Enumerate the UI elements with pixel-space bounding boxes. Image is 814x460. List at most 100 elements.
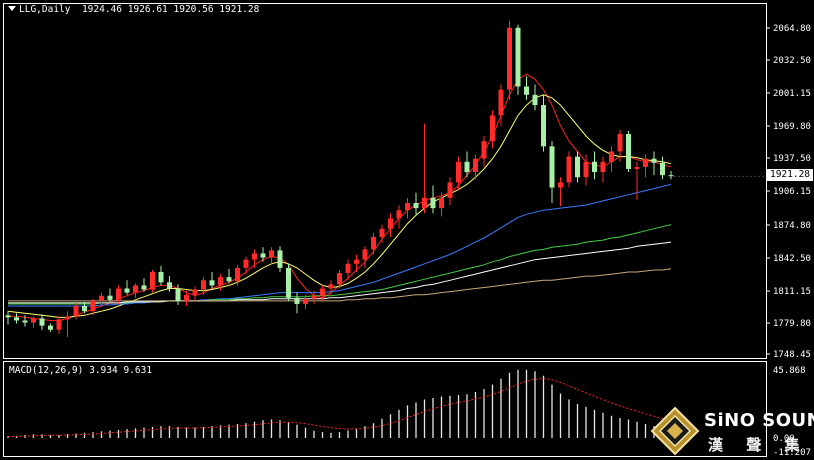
- candle-body: [328, 284, 334, 289]
- candle-body: [558, 182, 563, 188]
- candle-body: [464, 161, 470, 173]
- candle-body: [456, 161, 461, 183]
- macd-main-value: 3.934: [89, 365, 118, 376]
- chart-canvas[interactable]: 2064.80 2032.50 2001.15 1969.80 1937.50 1906.…: [0, 0, 814, 460]
- logo-chinese-text: 漢 聲 集 團: [708, 436, 814, 454]
- candle-body: [133, 285, 138, 293]
- candle-body: [175, 288, 181, 301]
- candle-body: [362, 249, 368, 260]
- candle-body: [226, 277, 232, 282]
- candle-body: [294, 297, 300, 304]
- candle-body: [405, 202, 410, 211]
- candle-body: [626, 133, 631, 169]
- ma-line: [8, 224, 672, 305]
- candle-body: [388, 218, 393, 229]
- candle-body: [532, 94, 538, 106]
- price-pane-frame: [3, 3, 767, 359]
- candle-body: [609, 151, 614, 162]
- candle-body: [549, 146, 555, 188]
- price-axis-label: 2064.80: [773, 24, 811, 34]
- candle-body: [413, 202, 419, 209]
- price-axis: 2064.80 2032.50 2001.15 1969.80 1937.50 1906.…: [766, 24, 811, 360]
- candle-body: [541, 105, 546, 147]
- candle-body: [286, 267, 291, 298]
- candle-body: [201, 280, 206, 290]
- candle-body: [31, 318, 36, 323]
- price-axis-label: 1811.15: [773, 287, 811, 297]
- candle-body: [311, 295, 317, 299]
- candle-body: [439, 197, 444, 209]
- candle-body: [5, 315, 11, 318]
- candle-body: [48, 325, 53, 330]
- candle-body: [371, 236, 376, 250]
- candle-body: [515, 27, 521, 87]
- diamond-logo-icon: [650, 406, 700, 456]
- candle-body: [643, 158, 648, 167]
- price-axis-label: 1842.50: [773, 254, 811, 264]
- candle-body: [252, 253, 257, 260]
- candle-body: [184, 294, 189, 301]
- candle-body: [592, 161, 597, 173]
- macd-signal-value: 9.631: [123, 365, 153, 376]
- candle-body: [634, 166, 640, 169]
- macd-label: MACD(12,26,9): [9, 365, 84, 376]
- candle-body: [22, 320, 28, 323]
- candle-body: [260, 253, 266, 258]
- price-axis-label: 2001.15: [773, 89, 811, 99]
- candle-body: [158, 272, 164, 283]
- candle-body: [39, 318, 45, 326]
- price-axis-label: 1874.80: [773, 221, 811, 231]
- candle-body: [447, 182, 453, 198]
- candle-body: [345, 263, 351, 274]
- candle-body: [473, 158, 478, 173]
- candle-body: [566, 156, 572, 183]
- candle-body: [396, 210, 402, 219]
- candle-body: [235, 267, 240, 282]
- candle-body: [320, 288, 325, 296]
- candle-body: [124, 288, 130, 293]
- sino-sound-logo: SiNO SOUND 漢 聲 集 團: [648, 404, 814, 460]
- price-axis-label: 2032.50: [773, 56, 811, 66]
- candle-body: [583, 161, 589, 178]
- candle-body: [116, 288, 121, 300]
- candle-body: [490, 115, 495, 142]
- candle-body: [498, 89, 504, 116]
- price-axis-label: 1906.15: [773, 187, 811, 197]
- candle-body: [14, 317, 19, 321]
- candle-body: [56, 319, 62, 330]
- candle-body: [73, 306, 79, 317]
- macd-axis-label: 45.868: [773, 366, 806, 376]
- candle-body: [354, 259, 359, 264]
- macd-header: MACD(12,26,9) 3.934 9.631: [9, 365, 152, 376]
- candle-body: [481, 141, 487, 159]
- price-axis-label: 1748.45: [773, 350, 811, 360]
- candle-body: [269, 250, 274, 258]
- macd-signal-line: [7, 377, 672, 437]
- current-price-tag: 1921.28: [767, 169, 813, 181]
- candle-body: [167, 282, 172, 289]
- candle-body: [277, 250, 283, 268]
- candle-body: [65, 316, 70, 320]
- candle-body: [617, 133, 623, 152]
- candle-body: [90, 300, 96, 312]
- candle-body: [575, 156, 580, 178]
- candle-body: [651, 158, 657, 163]
- candle-body: [303, 298, 308, 304]
- candle-body: [107, 295, 113, 300]
- price-axis-label: 1779.80: [773, 319, 811, 329]
- candle-body: [524, 86, 529, 95]
- candle-body: [660, 162, 665, 176]
- candle-body: [600, 161, 606, 173]
- candle-body: [422, 197, 427, 209]
- candle-body: [337, 273, 342, 285]
- price-axis-label: 1937.50: [773, 154, 811, 164]
- candle-body: [379, 228, 385, 237]
- candle-body: [668, 175, 674, 177]
- candle-body: [209, 280, 215, 286]
- candle-body: [430, 197, 436, 209]
- candle-body: [192, 289, 198, 295]
- candle-body: [150, 272, 155, 290]
- candle-body: [507, 27, 512, 90]
- price-axis-label: 1969.80: [773, 122, 811, 132]
- candle-body: [82, 306, 87, 312]
